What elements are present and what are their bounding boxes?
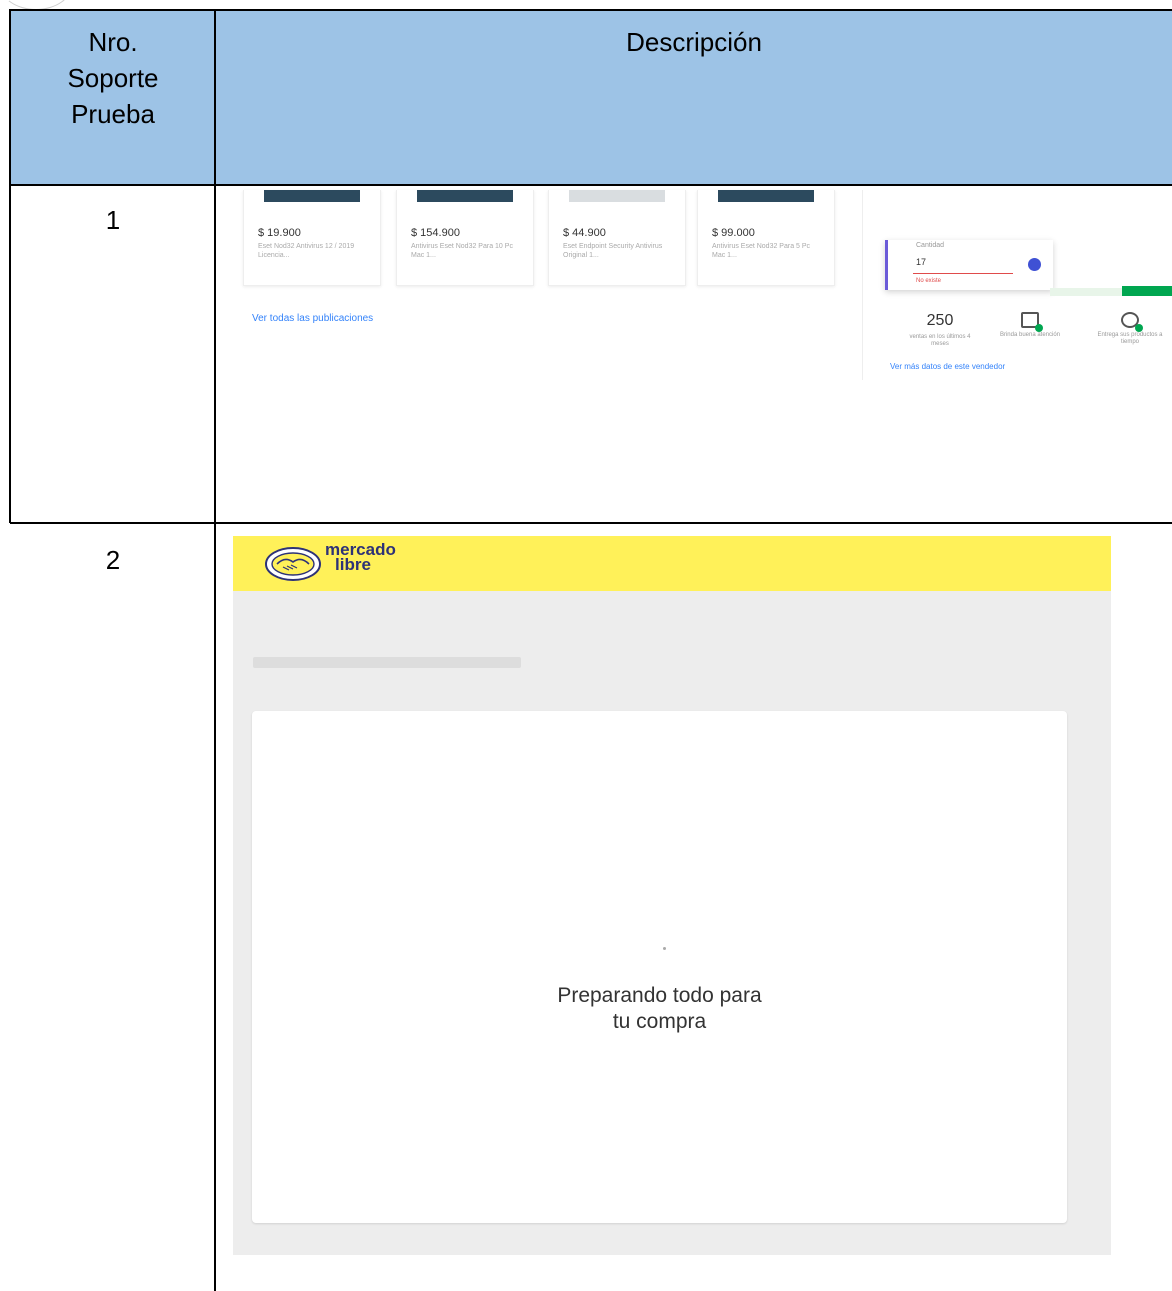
product-title: Eset Endpoint Security Antivirus Origina… xyxy=(563,243,663,259)
mercadolibre-header: mercado libre xyxy=(233,536,1111,591)
stat-description: Brinda buena atención xyxy=(999,332,1061,338)
product-thumbnail xyxy=(718,190,814,202)
product-price: $ 154.900 xyxy=(411,227,460,239)
product-thumbnail xyxy=(569,190,665,202)
header-description-column: Descripción xyxy=(626,27,762,57)
stat-description: Entrega sus productos a tiempo xyxy=(1097,332,1163,345)
row-number-1: 1 xyxy=(105,205,121,235)
product-card[interactable]: $ 99.000 Antivirus Eset Nod32 Para 5 Pc … xyxy=(697,190,835,286)
table-header-divider xyxy=(10,184,1172,186)
loading-spinner-icon xyxy=(663,947,666,950)
clock-check-icon xyxy=(1121,312,1143,332)
product-thumbnail xyxy=(417,190,513,202)
product-card[interactable]: $ 44.900 Eset Endpoint Security Antiviru… xyxy=(548,190,686,286)
seller-details-link[interactable]: Ver más datos de este vendedor xyxy=(890,362,1005,371)
table-row-divider xyxy=(10,522,1172,524)
product-card[interactable]: $ 154.900 Antivirus Eset Nod32 Para 10 P… xyxy=(396,190,534,286)
loading-skeleton-bar xyxy=(253,657,521,668)
product-price: $ 44.900 xyxy=(563,227,606,239)
handshake-logo-icon xyxy=(265,547,321,581)
product-title: Eset Nod32 Antivirus 12 / 2019 Licencia.… xyxy=(258,243,355,259)
loading-message-line-2: tu compra xyxy=(612,1010,707,1033)
quantity-underline xyxy=(913,273,1013,274)
quantity-label: Cantidad xyxy=(916,242,945,249)
header-line-1: Nro. xyxy=(88,27,138,57)
stat-value: 250 xyxy=(926,312,954,329)
product-title: Antivirus Eset Nod32 Para 10 Pc Mac 1... xyxy=(411,243,513,259)
header-number-column: Nro. Soporte Prueba xyxy=(12,24,214,132)
table-border-top xyxy=(10,9,1172,11)
brand-line-2: libre xyxy=(335,555,371,574)
product-card[interactable]: $ 19.900 Eset Nod32 Antivirus 12 / 2019 … xyxy=(243,190,381,286)
row-number-2: 2 xyxy=(105,545,121,575)
product-title: Antivirus Eset Nod32 Para 5 Pc Mac 1... xyxy=(712,243,811,259)
stat-description: ventas en los últimos 4 meses xyxy=(909,334,971,347)
product-price: $ 19.900 xyxy=(258,227,301,239)
header-line-3: Prueba xyxy=(71,99,155,129)
quantity-submit-icon[interactable] xyxy=(1028,258,1041,271)
reputation-bar-fill xyxy=(1122,286,1172,296)
stat-sales: 250 ventas en los últimos 4 meses xyxy=(905,312,975,348)
quantity-value: 17 xyxy=(916,257,927,267)
loading-message-line-1: Preparando todo para xyxy=(557,984,762,1007)
stat-attention: Brinda buena atención xyxy=(995,312,1065,339)
product-thumbnail xyxy=(264,190,360,202)
header-line-2: Soporte xyxy=(67,63,159,93)
loading-card: Preparando todo para tu compra xyxy=(252,711,1067,1223)
row2-screenshot: mercado libre Preparando todo para tu co… xyxy=(233,536,1111,1255)
quantity-input-popover[interactable]: Cantidad 17 No existe xyxy=(885,240,1053,290)
product-price: $ 99.000 xyxy=(712,227,755,239)
table-border-left xyxy=(9,9,11,523)
mercadolibre-logo-text: mercado libre xyxy=(325,541,396,574)
quantity-error: No existe xyxy=(916,278,942,284)
stat-delivery: Entrega sus productos a tiempo xyxy=(1095,312,1165,346)
loading-message: Preparando todo para tu compra xyxy=(252,983,1067,1035)
table-column-divider xyxy=(214,9,216,1291)
see-all-publications-link[interactable]: Ver todas las publicaciones xyxy=(252,313,373,324)
chat-check-icon xyxy=(1021,312,1043,332)
